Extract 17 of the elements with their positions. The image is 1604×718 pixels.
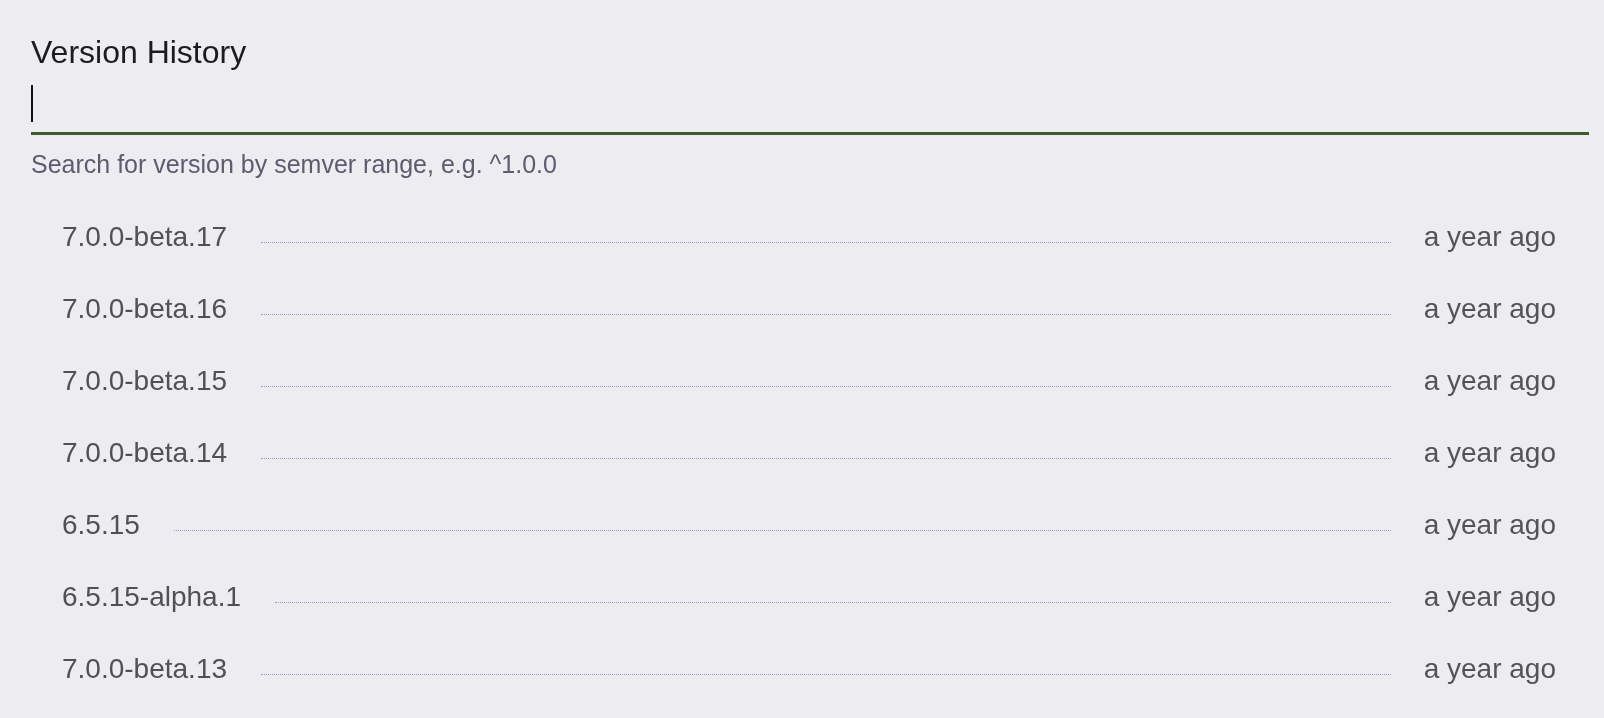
text-cursor bbox=[31, 85, 33, 122]
version-link[interactable]: 7.0.0-beta.15 bbox=[62, 365, 228, 397]
publish-date: a year ago bbox=[1423, 509, 1556, 541]
version-link[interactable]: 7.0.0-beta.14 bbox=[62, 437, 228, 469]
publish-date: a year ago bbox=[1423, 221, 1556, 253]
version-link[interactable]: 7.0.0-beta.16 bbox=[62, 293, 228, 325]
version-link[interactable]: 6.5.15-alpha.1 bbox=[62, 581, 242, 613]
helper-text: Search for version by semver range, e.g. ^1.0.0 bbox=[31, 150, 558, 178]
publish-date: a year ago bbox=[1423, 581, 1556, 613]
version-link[interactable]: 6.5.15 bbox=[62, 509, 140, 541]
version-link[interactable]: 7.0.0-beta.13 bbox=[62, 653, 228, 685]
publish-date: a year ago bbox=[1423, 437, 1556, 469]
publish-date: a year ago bbox=[1423, 653, 1556, 685]
page-title: Version History bbox=[31, 34, 248, 70]
publish-date: a year ago bbox=[1423, 293, 1556, 325]
publish-date: a year ago bbox=[1423, 365, 1556, 397]
version-link[interactable]: 7.0.0-beta.17 bbox=[62, 221, 228, 253]
